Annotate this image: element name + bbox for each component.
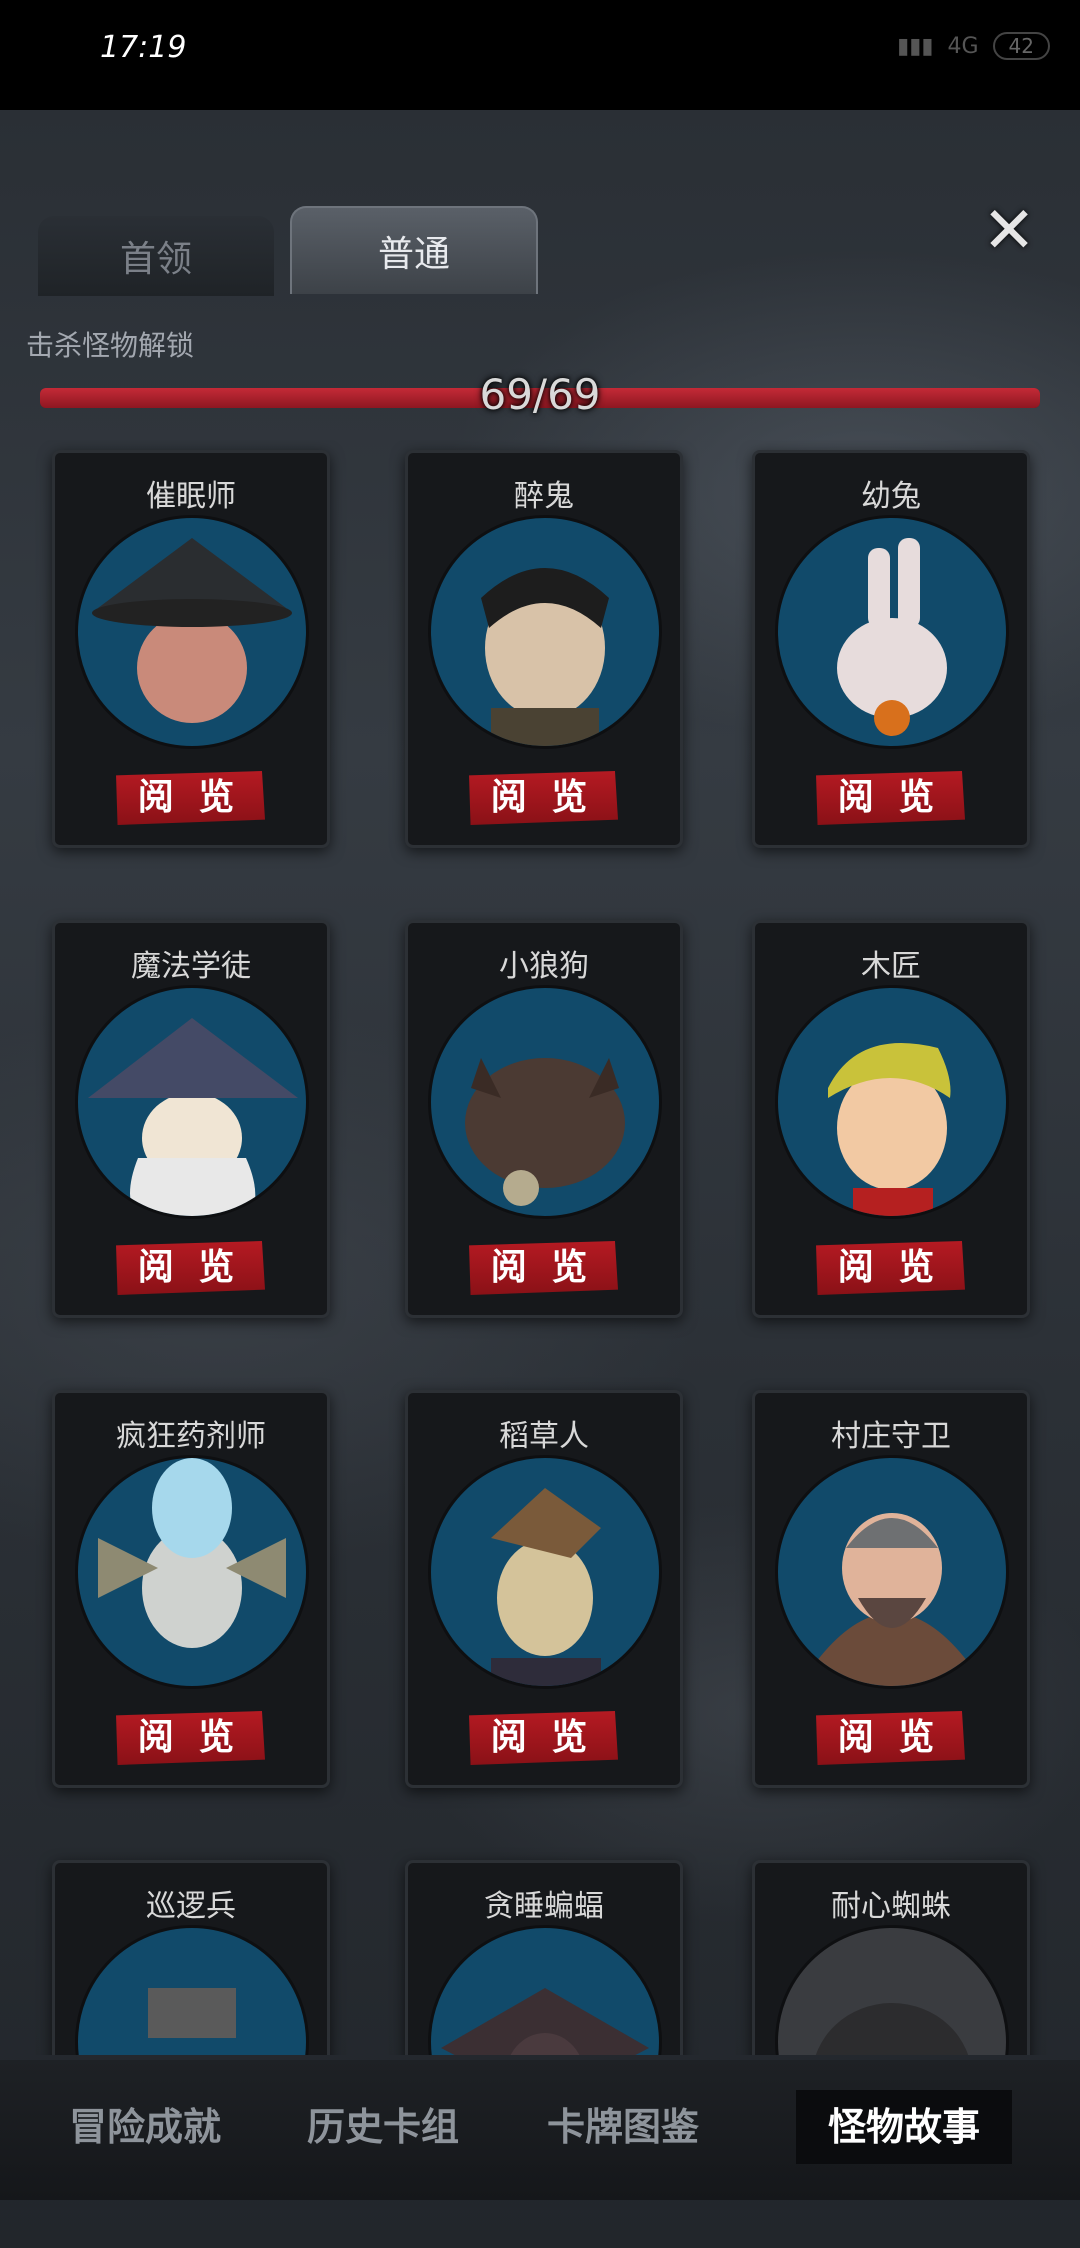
monster-portrait xyxy=(775,515,1009,749)
signal-icon: ▮▮▮ xyxy=(897,33,934,59)
monster-card[interactable]: 稻草人阅 览 xyxy=(405,1390,683,1788)
monster-card[interactable]: 耐心蜘蛛阅 览 xyxy=(752,1860,1030,2055)
monster-card[interactable]: 小狼狗阅 览 xyxy=(405,920,683,1318)
monster-portrait xyxy=(75,1925,309,2055)
bottom-nav: 冒险成就 历史卡组 卡牌图鉴 怪物故事 xyxy=(0,2060,1080,2200)
status-time: 17:19 xyxy=(100,30,187,65)
monster-grid[interactable]: 催眠师阅 览醉鬼阅 览幼兔阅 览魔法学徒阅 览小狼狗阅 览木匠阅 览疯狂药剂师阅… xyxy=(0,440,1080,2055)
monster-name: 贪睡蝙蝠 xyxy=(484,1889,604,1924)
monster-name: 稻草人 xyxy=(499,1419,589,1454)
monster-card[interactable]: 贪睡蝙蝠阅 览 xyxy=(405,1860,683,2055)
status-icons: ▮▮▮ 4G 42 xyxy=(897,32,1050,60)
monster-portrait xyxy=(428,1455,662,1689)
monster-portrait xyxy=(775,1455,1009,1689)
read-button[interactable]: 阅 览 xyxy=(116,1241,265,1295)
read-button[interactable]: 阅 览 xyxy=(116,771,265,825)
monster-name: 村庄守卫 xyxy=(831,1419,951,1454)
monster-card[interactable]: 幼兔阅 览 xyxy=(752,450,1030,848)
monster-card[interactable]: 疯狂药剂师阅 览 xyxy=(52,1390,330,1788)
read-button[interactable]: 阅 览 xyxy=(116,1711,265,1765)
monster-card[interactable]: 催眠师阅 览 xyxy=(52,450,330,848)
unlock-progress-text: 69/69 xyxy=(479,370,601,419)
monster-portrait xyxy=(428,1925,662,2055)
monster-card[interactable]: 魔法学徒阅 览 xyxy=(52,920,330,1318)
tab-boss[interactable]: 首领 xyxy=(38,216,274,296)
status-bar: 17:19 ▮▮▮ 4G 42 xyxy=(0,0,1080,110)
monster-name: 疯狂药剂师 xyxy=(116,1419,266,1454)
monster-name: 幼兔 xyxy=(861,479,921,514)
monster-portrait xyxy=(75,985,309,1219)
nav-history-decks[interactable]: 历史卡组 xyxy=(268,2090,498,2164)
battery-icon: 42 xyxy=(992,32,1050,60)
read-button[interactable]: 阅 览 xyxy=(469,1241,618,1295)
monster-name: 木匠 xyxy=(861,949,921,984)
monster-name: 小狼狗 xyxy=(499,949,589,984)
read-button[interactable]: 阅 览 xyxy=(816,771,965,825)
monster-card[interactable]: 木匠阅 览 xyxy=(752,920,1030,1318)
monster-card[interactable]: 村庄守卫阅 览 xyxy=(752,1390,1030,1788)
monster-name: 耐心蜘蛛 xyxy=(831,1889,951,1924)
monster-portrait xyxy=(75,1455,309,1689)
read-button[interactable]: 阅 览 xyxy=(469,771,618,825)
nav-monster-stories[interactable]: 怪物故事 xyxy=(796,2090,1012,2164)
monster-card[interactable]: 巡逻兵阅 览 xyxy=(52,1860,330,2055)
monster-card[interactable]: 醉鬼阅 览 xyxy=(405,450,683,848)
tab-normal[interactable]: 普通 xyxy=(290,206,538,294)
read-button[interactable]: 阅 览 xyxy=(816,1711,965,1765)
nav-adventure-achievements[interactable]: 冒险成就 xyxy=(30,2090,260,2164)
monster-portrait xyxy=(75,515,309,749)
monster-name: 魔法学徒 xyxy=(131,949,251,984)
read-button[interactable]: 阅 览 xyxy=(469,1711,618,1765)
monster-portrait xyxy=(775,985,1009,1219)
close-icon[interactable]: ✕ xyxy=(974,196,1044,266)
monster-name: 巡逻兵 xyxy=(146,1889,236,1924)
network-label: 4G xyxy=(947,33,979,59)
read-button[interactable]: 阅 览 xyxy=(816,1241,965,1295)
unlock-label: 击杀怪物解锁 xyxy=(26,329,195,362)
monster-portrait xyxy=(428,515,662,749)
nav-card-gallery[interactable]: 卡牌图鉴 xyxy=(508,2090,738,2164)
monster-name: 催眠师 xyxy=(146,479,236,514)
monster-name: 醉鬼 xyxy=(514,479,574,514)
monster-portrait xyxy=(428,985,662,1219)
monster-portrait xyxy=(775,1925,1009,2055)
